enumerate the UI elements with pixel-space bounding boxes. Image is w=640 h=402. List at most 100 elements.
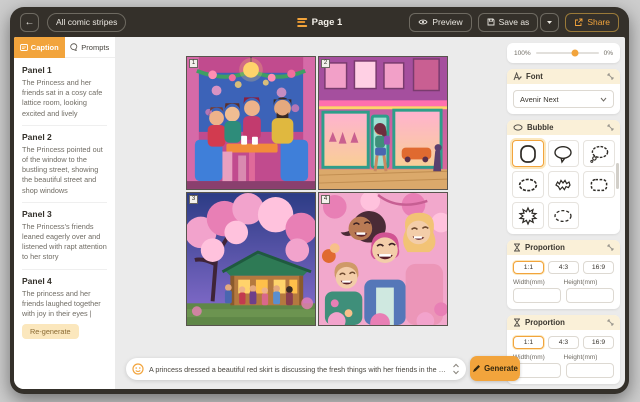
share-button[interactable]: Share bbox=[565, 13, 619, 32]
collapse-icon[interactable] bbox=[607, 244, 614, 251]
save-as-group: Save as bbox=[478, 13, 560, 32]
ratio-1-1-button[interactable]: 1:1 bbox=[513, 336, 544, 349]
prompt-input[interactable]: A princess dressed a beautiful red skirt… bbox=[149, 365, 447, 374]
bubble-shape-spiky[interactable] bbox=[548, 171, 580, 198]
pencil-icon bbox=[472, 364, 481, 373]
comic-panel-4-image bbox=[319, 193, 447, 325]
panel-2-text[interactable]: The Princess pointed out of the window t… bbox=[22, 145, 107, 196]
height-input[interactable] bbox=[566, 363, 614, 378]
proportion-card-2-header[interactable]: Proportion bbox=[507, 315, 620, 330]
collapse-icon[interactable] bbox=[607, 73, 614, 80]
prompt-stepper[interactable] bbox=[452, 363, 460, 375]
caption-panel-1[interactable]: Panel 1 The Princess and her friends sat… bbox=[22, 65, 107, 126]
height-input[interactable] bbox=[566, 288, 614, 303]
page-layers-icon bbox=[297, 18, 307, 27]
tab-caption-label: Caption bbox=[31, 43, 59, 52]
save-icon bbox=[487, 18, 495, 26]
bubble-shape-speech-tail[interactable] bbox=[548, 140, 580, 167]
ratio-1-1-button[interactable]: 1:1 bbox=[513, 261, 544, 274]
chat-bubble-icon bbox=[70, 43, 78, 51]
comic-panel-1-image bbox=[187, 57, 315, 189]
proportion-card-2-title: Proportion bbox=[525, 318, 603, 327]
tab-prompts[interactable]: Prompts bbox=[65, 37, 116, 58]
width-label: Width(mm) bbox=[513, 354, 564, 361]
comic-panel-3-blossom-street[interactable]: 3 bbox=[186, 192, 316, 326]
zoom-slider[interactable] bbox=[536, 52, 599, 54]
page-title-group: Page 1 bbox=[297, 7, 343, 37]
bubble-shape-rounded-square[interactable] bbox=[512, 140, 544, 167]
font-select[interactable]: Avenir Next bbox=[513, 90, 614, 108]
caption-panel-4[interactable]: Panel 4 The princess and her friends lau… bbox=[22, 276, 107, 346]
eye-icon bbox=[418, 18, 428, 26]
width-input[interactable] bbox=[513, 363, 561, 378]
zoom-slider-handle[interactable] bbox=[571, 50, 578, 57]
comic-panel-2-street-shop[interactable]: 2 bbox=[318, 56, 448, 190]
proportion-card-1-title: Proportion bbox=[525, 243, 603, 252]
save-as-button[interactable]: Save as bbox=[478, 13, 539, 32]
bubble-scrollbar[interactable] bbox=[616, 163, 619, 189]
bubble-card: Bubble bbox=[507, 120, 620, 234]
height-label: Height(mm) bbox=[564, 279, 615, 286]
bubble-shape-dashed-ellipse[interactable] bbox=[548, 202, 580, 229]
font-card: Font Avenir Next bbox=[507, 69, 620, 114]
bubble-shape-grid bbox=[507, 135, 620, 234]
font-card-header[interactable]: Font bbox=[507, 69, 620, 84]
tab-caption[interactable]: Caption bbox=[14, 37, 65, 58]
bubble-icon bbox=[513, 124, 523, 131]
zoom-max-label: 100% bbox=[514, 50, 531, 57]
prompt-bar: A princess dressed a beautiful red skirt… bbox=[126, 358, 466, 380]
panel-1-text[interactable]: The Princess and her friends sat in a co… bbox=[22, 78, 107, 119]
comic-page-canvas: 1 bbox=[186, 56, 448, 326]
panel-number-badge: 1 bbox=[189, 59, 198, 68]
panel-3-title: Panel 3 bbox=[22, 209, 107, 219]
panel-number-badge: 2 bbox=[321, 59, 330, 68]
caption-panel-3[interactable]: Panel 3 The Princess's friends leaned ea… bbox=[22, 209, 107, 270]
ratio-4-3-button[interactable]: 4:3 bbox=[548, 336, 579, 349]
bubble-card-title: Bubble bbox=[527, 123, 603, 132]
zoom-control-card: 100% 0% bbox=[507, 43, 620, 63]
proportion-card-1-header[interactable]: Proportion bbox=[507, 240, 620, 255]
ratio-buttons: 1:1 4:3 16:9 bbox=[513, 261, 614, 274]
preview-button[interactable]: Preview bbox=[409, 13, 471, 32]
proportion-card-1: Proportion 1:1 4:3 16:9 Width(mm) Height… bbox=[507, 240, 620, 309]
font-card-title: Font bbox=[526, 72, 603, 81]
bubble-shape-scalloped[interactable] bbox=[512, 171, 544, 198]
right-sidebar: 100% 0% Font Aveni bbox=[507, 37, 620, 389]
comic-panel-4-laughing-friends[interactable]: 4 bbox=[318, 192, 448, 326]
collapse-icon[interactable] bbox=[607, 319, 614, 326]
bubble-card-header[interactable]: Bubble bbox=[507, 120, 620, 135]
generate-button[interactable]: Generate bbox=[470, 356, 520, 381]
back-arrow-icon: ← bbox=[25, 17, 35, 28]
ratio-16-9-button[interactable]: 16:9 bbox=[583, 336, 614, 349]
save-as-label: Save as bbox=[499, 17, 530, 27]
comic-panel-1-cafe[interactable]: 1 bbox=[186, 56, 316, 190]
comic-panel-2-image bbox=[319, 57, 447, 189]
preview-label: Preview bbox=[432, 17, 462, 27]
font-icon bbox=[513, 72, 522, 81]
collapse-icon[interactable] bbox=[607, 124, 614, 131]
ratio-4-3-button[interactable]: 4:3 bbox=[548, 261, 579, 274]
all-comic-stripes-button[interactable]: All comic stripes bbox=[47, 13, 126, 32]
panel-4-text[interactable]: The princess and her friends laughed tog… bbox=[22, 289, 107, 320]
page-title: Page 1 bbox=[312, 17, 343, 28]
height-label: Height(mm) bbox=[564, 354, 615, 361]
width-label: Width(mm) bbox=[513, 279, 564, 286]
back-button[interactable]: ← bbox=[20, 13, 39, 32]
top-toolbar: ← All comic stripes Page 1 Preview Sa bbox=[10, 7, 629, 37]
save-as-dropdown-button[interactable] bbox=[540, 13, 559, 32]
width-input[interactable] bbox=[513, 288, 561, 303]
caret-down-icon bbox=[546, 20, 553, 25]
regenerate-button[interactable]: Re-generate bbox=[22, 324, 79, 339]
bubble-shape-dashed-rect[interactable] bbox=[583, 171, 615, 198]
bubble-shape-thought[interactable] bbox=[583, 140, 615, 167]
caption-icon bbox=[20, 44, 28, 51]
panel-3-text[interactable]: The Princess's friends leaned eagerly ov… bbox=[22, 222, 107, 263]
ratio-16-9-button[interactable]: 16:9 bbox=[583, 261, 614, 274]
proportion-icon bbox=[513, 318, 521, 327]
proportion-icon bbox=[513, 243, 521, 252]
caption-panel-2[interactable]: Panel 2 The Princess pointed out of the … bbox=[22, 132, 107, 203]
proportion-card-2: Proportion 1:1 4:3 16:9 Width(mm) Height… bbox=[507, 315, 620, 384]
share-label: Share bbox=[587, 17, 610, 27]
tab-prompts-label: Prompts bbox=[81, 43, 109, 52]
bubble-shape-burst[interactable] bbox=[512, 202, 544, 229]
